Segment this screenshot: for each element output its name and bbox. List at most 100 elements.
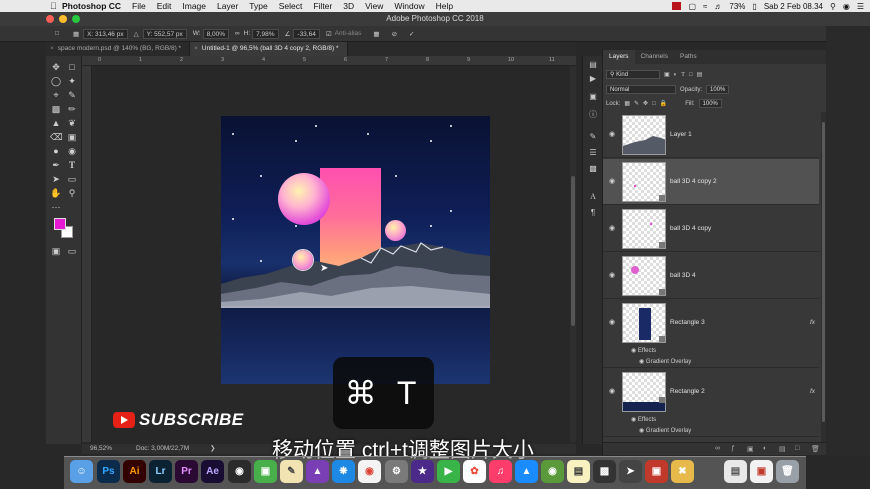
canvas-scrollbar[interactable] bbox=[570, 66, 576, 442]
minimize-window-icon[interactable] bbox=[59, 15, 67, 23]
wifi-icon[interactable]: ≈ bbox=[703, 2, 707, 11]
filter-smart-icon[interactable]: ▤ bbox=[697, 71, 703, 78]
reference-point-icon[interactable]: ▦ bbox=[73, 30, 79, 38]
y-field[interactable]: Y: 552,57 px bbox=[142, 28, 187, 39]
menu-filter[interactable]: Filter bbox=[313, 1, 332, 11]
siri-icon[interactable]: ◉ bbox=[843, 2, 850, 11]
document-canvas[interactable] bbox=[221, 116, 490, 384]
zoom-window-icon[interactable] bbox=[72, 15, 80, 23]
stamp-tool-icon[interactable]: ▲ bbox=[50, 118, 62, 128]
green-app-icon[interactable]: ▣ bbox=[254, 460, 277, 483]
control-icon[interactable]: ▢ bbox=[688, 2, 696, 11]
layer-row[interactable]: ◉ Rectangle 3 fx ◉ Effects ◉ Gradient Ov… bbox=[603, 300, 819, 368]
stickies-icon[interactable]: ▤ bbox=[567, 460, 590, 483]
delete-layer-icon[interactable]: 🗑 bbox=[811, 445, 820, 453]
lock-all-icon[interactable]: 🔒 bbox=[660, 100, 667, 107]
effects-row[interactable]: ◉ Effects bbox=[631, 416, 656, 423]
pen-tool-icon[interactable]: ✒ bbox=[50, 160, 62, 170]
tab-layers[interactable]: Layers bbox=[603, 50, 635, 64]
menu-select[interactable]: Select bbox=[279, 1, 303, 11]
link-layers-icon[interactable]: ∞ bbox=[715, 445, 720, 452]
ball-selected[interactable] bbox=[292, 249, 314, 271]
layer-row[interactable]: ◉ Rectangle 2 fx ◉ Effects ◉ Gradient Ov… bbox=[603, 369, 819, 437]
menu-app[interactable]: Photoshop CC bbox=[62, 1, 121, 11]
photo-booth-icon[interactable]: ▣ bbox=[645, 460, 668, 483]
filter-type-icon[interactable]: T bbox=[681, 72, 685, 78]
history-icon[interactable]: ▤ bbox=[587, 60, 599, 70]
effects-row[interactable]: ◉ Effects bbox=[631, 347, 656, 354]
photoshop-dock-icon[interactable]: Ps bbox=[97, 460, 120, 483]
new-fill-layer-icon[interactable]: ◐ bbox=[763, 445, 767, 452]
menu-file[interactable]: File bbox=[132, 1, 146, 11]
opacity-field[interactable]: 100% bbox=[706, 85, 730, 94]
foreground-color-swatch[interactable] bbox=[54, 218, 66, 230]
music-icon[interactable]: ♫ bbox=[489, 460, 512, 483]
trash-icon[interactable]: 🗑 bbox=[776, 460, 799, 483]
visibility-eye-icon[interactable]: ◉ bbox=[609, 178, 618, 185]
warp-icon[interactable]: ▦ bbox=[373, 30, 379, 38]
lasso-tool-icon[interactable]: ◯ bbox=[50, 76, 62, 86]
list-icon[interactable]: ☰ bbox=[857, 2, 864, 11]
zoom-level[interactable]: 96,52% bbox=[90, 444, 112, 454]
effect-eye-icon[interactable]: ◉ bbox=[639, 359, 646, 365]
facetime-icon[interactable]: ▶ bbox=[437, 460, 460, 483]
imovie-icon[interactable]: ★ bbox=[411, 460, 434, 483]
w-field[interactable]: 8,00% bbox=[202, 28, 229, 39]
tab-channels[interactable]: Channels bbox=[635, 50, 674, 64]
x-field[interactable]: X: 313,46 px bbox=[83, 28, 128, 39]
finder-icon[interactable]: ☺ bbox=[70, 460, 93, 483]
safari-icon[interactable]: ❋ bbox=[332, 460, 355, 483]
filter-shape-icon[interactable]: □ bbox=[689, 72, 693, 78]
activity-monitor-icon[interactable]: ▩ bbox=[593, 460, 616, 483]
blend-mode-select[interactable]: Normal bbox=[606, 85, 676, 94]
filter-pixel-icon[interactable]: ▣ bbox=[664, 71, 670, 78]
menu-image[interactable]: Image bbox=[182, 1, 206, 11]
quick-mask-icon[interactable]: ▣ bbox=[50, 246, 62, 256]
tab-close-icon[interactable]: × bbox=[194, 45, 198, 52]
premiere-dock-icon[interactable]: Pr bbox=[175, 460, 198, 483]
brushes-icon[interactable]: ☰ bbox=[587, 148, 599, 158]
effect-eye-icon[interactable]: ◉ bbox=[639, 428, 646, 434]
artboard-tool-icon[interactable]: □ bbox=[66, 62, 78, 72]
commit-transform-icon[interactable]: ✓ bbox=[409, 30, 414, 38]
menu-type[interactable]: Type bbox=[249, 1, 267, 11]
path-select-tool-icon[interactable]: ➤ bbox=[50, 174, 62, 184]
clone-source-icon[interactable]: ▩ bbox=[587, 164, 599, 174]
record-icon[interactable] bbox=[672, 2, 682, 10]
layer-row[interactable]: ◉ ball 3D 4 copy 2 bbox=[603, 159, 819, 205]
preview-doc-icon[interactable]: ▣ bbox=[750, 460, 773, 483]
history-brush-tool-icon[interactable]: ❦ bbox=[66, 118, 78, 128]
effect-eye-icon[interactable]: ◉ bbox=[631, 417, 638, 423]
dodge-tool-icon[interactable]: ◉ bbox=[66, 146, 78, 156]
menu-window[interactable]: Window bbox=[394, 1, 424, 11]
rocket-app-icon[interactable]: ➤ bbox=[619, 460, 642, 483]
layer-row[interactable]: ◉ ball 3D 4 bbox=[603, 253, 819, 299]
search-icon[interactable]: ⚲ bbox=[830, 2, 836, 11]
visibility-eye-icon[interactable]: ◉ bbox=[609, 272, 618, 279]
type-tool-icon[interactable]: T bbox=[66, 160, 78, 170]
purple-app-icon[interactable]: ▲ bbox=[306, 460, 329, 483]
rectangle-tool-icon[interactable]: ▭ bbox=[66, 174, 78, 184]
lightroom-dock-icon[interactable]: Lr bbox=[149, 460, 172, 483]
link-icon[interactable]: ∞ bbox=[235, 30, 240, 37]
tab-untitled-1[interactable]: × Untitled-1 @ 96,5% (ball 3D 4 copy 2, R… bbox=[190, 42, 348, 56]
cancel-transform-icon[interactable]: ⊘ bbox=[392, 30, 397, 38]
healing-tool-icon[interactable]: ▩ bbox=[50, 104, 62, 114]
after-effects-dock-icon[interactable]: Ae bbox=[201, 460, 224, 483]
new-layer-icon[interactable]: □ bbox=[795, 445, 799, 452]
effect-item-row[interactable]: ◉ Gradient Overlay bbox=[639, 358, 691, 365]
eyedropper-tool-icon[interactable]: ✎ bbox=[66, 90, 78, 100]
more-tools-icon[interactable]: ⋯ bbox=[50, 202, 62, 212]
close-window-icon[interactable] bbox=[46, 15, 54, 23]
fx-icon[interactable]: fx bbox=[810, 388, 815, 395]
zoom-tool-icon[interactable]: ⚲ bbox=[66, 188, 78, 198]
h-field[interactable]: 7,98% bbox=[252, 28, 279, 39]
new-group-icon[interactable]: ▤ bbox=[779, 445, 786, 453]
add-mask-icon[interactable]: ▣ bbox=[747, 445, 754, 453]
tab-space-modern[interactable]: × space modern.psd @ 140% (BG, RGB/8) * bbox=[46, 42, 191, 56]
clock[interactable]: Sab 2 Feb 08.34 bbox=[764, 2, 823, 11]
character-icon[interactable]: A bbox=[587, 192, 599, 202]
notes-app-icon[interactable]: ✎ bbox=[280, 460, 303, 483]
apple-icon[interactable]:  bbox=[50, 1, 62, 11]
document-icon[interactable]: ▤ bbox=[724, 460, 747, 483]
